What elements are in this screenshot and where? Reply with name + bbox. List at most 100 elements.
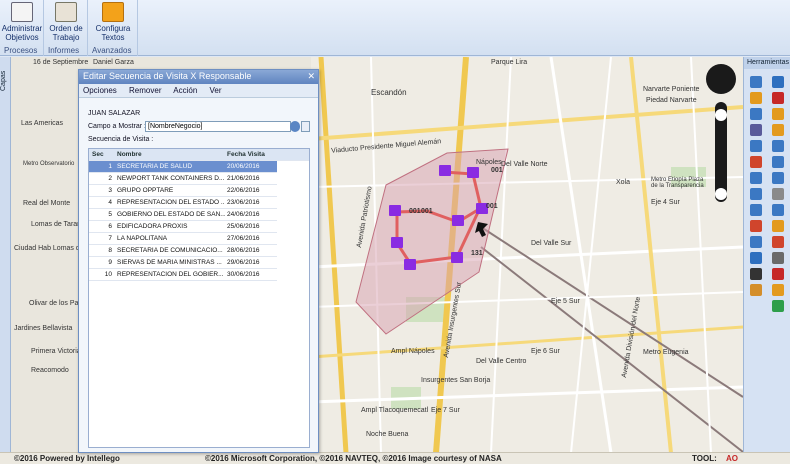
- map-label: Jardines Bellavista: [14, 325, 73, 332]
- map-label: Primera Victoria: [31, 348, 81, 355]
- column-header-nombre[interactable]: Nombre: [117, 151, 142, 158]
- cell-nombre: REPRESENTACION DEL GOBIER...: [117, 271, 224, 278]
- cell-sec: 5: [108, 211, 112, 218]
- cell-nombre: LA NAPOLITANA: [117, 235, 168, 242]
- settings-icon[interactable]: [772, 252, 784, 264]
- map-label: 16 de Septiembre: [33, 59, 89, 66]
- measure-icon[interactable]: [750, 236, 762, 248]
- orden-de-trabajo-button[interactable]: Orden de Trabajo: [44, 2, 88, 44]
- alert-icon[interactable]: [772, 92, 784, 104]
- menu-accion[interactable]: Acción: [173, 86, 197, 95]
- folder-icon[interactable]: [772, 108, 784, 120]
- map-label: Ampl Nápoles: [391, 348, 435, 355]
- paint-icon[interactable]: [772, 236, 784, 248]
- map-label: Eje 5 Sur: [551, 298, 580, 305]
- column-header-sec[interactable]: Sec: [92, 151, 104, 158]
- layer-icon[interactable]: [750, 268, 762, 280]
- ribbon-group-label: Procesos: [4, 46, 38, 55]
- menu-ver[interactable]: Ver: [210, 86, 222, 95]
- zoom-in-icon[interactable]: [750, 140, 762, 152]
- table-icon[interactable]: [772, 156, 784, 168]
- ribbon-group-informes: Orden de Trabajo Informes: [44, 0, 88, 56]
- map-label: Eje 6 Sur: [531, 348, 560, 355]
- dialog-title: Editar Secuencia de Visita X Responsable: [83, 71, 252, 81]
- configura-textos-button[interactable]: Configura Textos: [91, 2, 135, 44]
- table-row[interactable]: 7 LA NAPOLITANA 27/06/2016: [89, 233, 277, 245]
- administrar-objetivos-label: Administrar Objetivos: [1, 24, 43, 42]
- cell-sec: 4: [108, 199, 112, 206]
- table-row[interactable]: 6 EDIFICADORA PROXIS 25/06/2016: [89, 221, 277, 233]
- grid-icon[interactable]: [772, 140, 784, 152]
- cell-sec: 10: [104, 271, 112, 278]
- zoom-out-icon[interactable]: [750, 188, 762, 200]
- cell-sec: 7: [108, 235, 112, 242]
- list-icon[interactable]: [772, 124, 784, 136]
- document-icon[interactable]: [772, 172, 784, 184]
- table-row[interactable]: 9 SIERVAS DE MARIA MINISTRAS ... 29/06/201…: [89, 257, 277, 269]
- sequence-grid: Sec Nombre Fecha Visita 1 SECRETARIA DE S…: [88, 148, 310, 448]
- cell-nombre: SECRETARIA DE SALUD: [117, 163, 193, 170]
- table-row[interactable]: 1 SECRETARIA DE SALUD 20/06/2016: [89, 161, 277, 173]
- map-label: Escandón: [371, 88, 407, 97]
- cell-fecha: 30/06/2016: [227, 271, 260, 278]
- tools-title: Herramientas: [744, 57, 790, 69]
- chevron-down-icon[interactable]: [290, 121, 300, 132]
- layers-side-tab[interactable]: Capas: [0, 57, 11, 464]
- menu-remover[interactable]: Remover: [129, 86, 161, 95]
- edit-sequence-dialog: Editar Secuencia de Visita X Responsable…: [78, 69, 319, 453]
- tools-column-left: [746, 73, 766, 300]
- zoom-extent-icon[interactable]: [750, 204, 762, 216]
- tools-panel: Herramientas: [743, 57, 790, 453]
- administrar-objetivos-button[interactable]: Administrar Objetivos: [0, 2, 44, 44]
- table-row[interactable]: 5 GOBIERNO DEL ESTADO DE SAN... 24/06/2016: [89, 209, 277, 221]
- table-row[interactable]: 10 REPRESENTACION DEL GOBIER... 30/06/2016: [89, 269, 277, 281]
- cell-nombre: GOBIERNO DEL ESTADO DE SAN...: [117, 211, 225, 218]
- export-icon[interactable]: [772, 300, 784, 312]
- map-label: Del Valle Norte: [501, 161, 548, 168]
- menu-opciones[interactable]: Opciones: [83, 86, 117, 95]
- map-label: Las Americas: [21, 120, 64, 127]
- cell-fecha: 24/06/2016: [227, 211, 260, 218]
- options-button[interactable]: [301, 121, 310, 132]
- field-select[interactable]: [NombreNegocio]: [145, 121, 291, 132]
- dialog-title-bar[interactable]: Editar Secuencia de Visita X Responsable…: [79, 70, 318, 84]
- ribbon-group-avanzados: Configura Textos Avanzados: [88, 0, 138, 56]
- ribbon-group-procesos: Administrar Objetivos Procesos: [0, 0, 44, 56]
- pencil-icon[interactable]: [772, 220, 784, 232]
- table-row[interactable]: 8 SECRETARIA DE COMUNICACIO... 28/06/2016: [89, 245, 277, 257]
- resize-icon[interactable]: [750, 156, 762, 168]
- airplane-icon[interactable]: [750, 252, 762, 264]
- map-label: Noche Buena: [366, 431, 409, 438]
- cursor-icon[interactable]: [750, 108, 762, 120]
- image-icon[interactable]: [772, 188, 784, 200]
- cell-fecha: 27/06/2016: [227, 235, 260, 242]
- column-header-fecha[interactable]: Fecha Visita: [227, 151, 265, 158]
- table-row[interactable]: 4 REPRESENTACION DEL ESTADO ... 23/06/2016: [89, 197, 277, 209]
- pan-icon[interactable]: [750, 124, 762, 136]
- map-label: Insurgentes San Borja: [421, 377, 491, 384]
- message-icon[interactable]: [772, 76, 784, 88]
- clipboard-icon: [11, 2, 33, 22]
- ribbon-group-label: Informes: [48, 46, 80, 55]
- field-label: Campo a Mostrar :: [88, 123, 146, 130]
- search-icon[interactable]: [750, 172, 762, 184]
- network-icon[interactable]: [772, 284, 784, 296]
- table-row[interactable]: 2 NEWPORT TANK CONTAINERS D... 21/06/2016: [89, 173, 277, 185]
- globe-icon[interactable]: [772, 268, 784, 280]
- cell-nombre: GRUPO OPPTARE: [117, 187, 174, 194]
- map-label: Del Valle Centro: [476, 358, 527, 365]
- ribbon-group-label: Avanzados: [92, 46, 132, 55]
- hand-icon[interactable]: [750, 92, 762, 104]
- ribbon: Administrar Objetivos Procesos Orden de …: [0, 0, 790, 56]
- user-name: JUAN SALAZAR: [88, 110, 141, 117]
- report-icon[interactable]: [772, 204, 784, 216]
- close-icon[interactable]: ✕: [307, 71, 315, 82]
- view-icon[interactable]: [750, 76, 762, 88]
- orden-de-trabajo-label: Orden de Trabajo: [49, 24, 83, 42]
- cell-sec: 3: [108, 187, 112, 194]
- cell-nombre: EDIFICADORA PROXIS: [117, 223, 188, 230]
- locate-icon[interactable]: [750, 284, 762, 296]
- table-row[interactable]: 3 GRUPO OPPTARE 22/06/2016: [89, 185, 277, 197]
- back-arrow-icon[interactable]: [750, 220, 762, 232]
- map-label: Daniel Garza: [93, 59, 134, 66]
